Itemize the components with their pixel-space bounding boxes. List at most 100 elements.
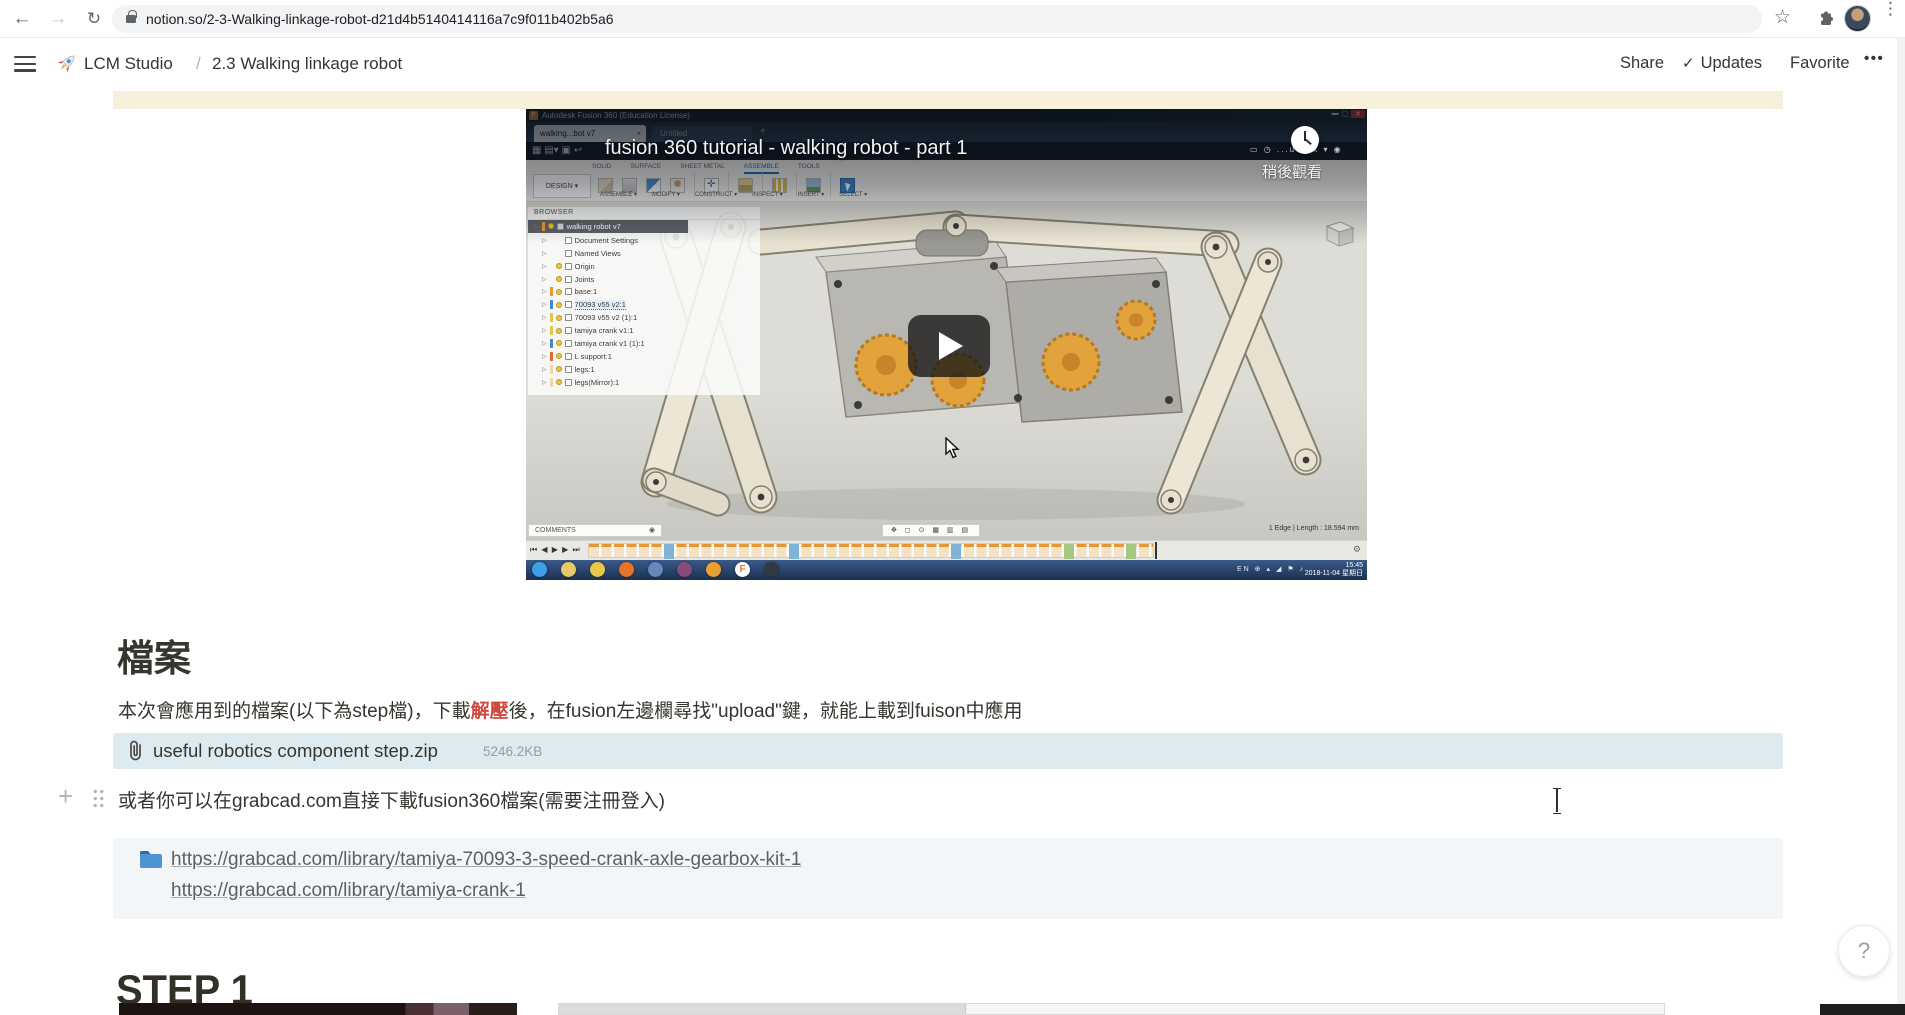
ribbon-group-label: INSPECT ▾ [752, 191, 783, 198]
updates-label: Updates [1701, 54, 1762, 72]
browser-toolbar: ← → ↻ notion.so/2-3-Walking-linkage-robo… [0, 0, 1905, 38]
step1-image-top-edge [119, 1003, 517, 1015]
fusion-tree-item[interactable]: ▷ legs:1 [528, 363, 760, 376]
timeline-play-controls: ⏮ ◀ ▶ ▶ ⏭ [530, 545, 581, 555]
bookmark-links-block: https://grabcad.com/library/tamiya-70093… [113, 838, 1783, 919]
fusion-logo-icon: F [529, 111, 538, 120]
breadcrumb-workspace[interactable]: LCM Studio [84, 54, 173, 74]
selection-status-text: 1 Edge | Length : 18.594 mm [1269, 525, 1359, 532]
attachment-filename[interactable]: useful robotics component step.zip [153, 740, 438, 762]
notion-topbar: LCM Studio / 2.3 Walking linkage robot S… [0, 38, 1905, 90]
navigation-toolbar: ✥ ◻ ⊙ ▦ ▥ ▤ [882, 524, 980, 537]
component-icon [565, 379, 572, 386]
ribbon-group-label: SELECT ▾ [839, 191, 867, 198]
ribbon-group-label: CONSTRUCT ▾ [695, 191, 737, 198]
design-dropdown: DESIGN ▾ [533, 174, 591, 198]
horizontal-scrollbar-thumb[interactable] [559, 1004, 966, 1014]
dark-corner-fragment [1820, 1004, 1905, 1015]
icon-explorer [561, 562, 576, 577]
address-bar[interactable]: notion.so/2-3-Walking-linkage-robot-d21d… [112, 5, 1762, 33]
favorite-button[interactable]: Favorite [1790, 54, 1850, 73]
bulb-icon [556, 276, 562, 282]
fusion-browser-panel: BROWSER ▷ walking robot v7 ▷ [528, 207, 760, 395]
component-icon [565, 353, 572, 360]
fusion-tree-item[interactable]: ▷ L support:1 [528, 350, 760, 363]
back-icon[interactable]: ← [8, 5, 36, 33]
fusion-tree-item[interactable]: ▷ 70093 v55 v2 (1):1 [528, 311, 760, 324]
reload-icon[interactable]: ↻ [80, 5, 108, 33]
share-button[interactable]: Share [1620, 54, 1664, 73]
fusion-tree-item[interactable]: ▷ Document Settings [528, 234, 760, 247]
bulb-icon [556, 366, 562, 372]
component-icon [565, 263, 572, 270]
fusion-timeline: ⏮ ◀ ▶ ▶ ⏭ ⚙ [526, 540, 1367, 560]
maximize-icon: ▢ [1342, 110, 1349, 118]
fusion-tree-item[interactable]: ▷ tamiya crank v1:1 [528, 324, 760, 337]
bulb-icon [556, 340, 562, 346]
breadcrumb-page-title[interactable]: 2.3 Walking linkage robot [212, 54, 402, 74]
caret-icon: ▷ [542, 327, 547, 334]
file-attachment-block[interactable]: useful robotics component step.zip 5246.… [113, 733, 1783, 769]
clock-time: 15:45 [1305, 562, 1363, 570]
component-icon [565, 288, 572, 295]
more-options-button[interactable]: ••• [1864, 50, 1884, 67]
forward-icon[interactable]: → [44, 5, 72, 33]
bookmark-star-icon[interactable]: ☆ [1774, 6, 1791, 29]
lock-icon [126, 15, 136, 23]
youtube-video-title[interactable]: fusion 360 tutorial - walking robot - pa… [605, 137, 967, 160]
component-icon [565, 276, 572, 283]
caret-icon: ▷ [542, 366, 547, 373]
fusion-tree-item[interactable]: ▷ walking robot v7 [528, 220, 688, 233]
component-icon [565, 314, 572, 321]
watch-later-label: 稍後觀看 [1262, 161, 1350, 182]
fusion-tree-item[interactable]: ▷ Origin [528, 260, 760, 273]
notion-help-button[interactable]: ? [1838, 925, 1890, 977]
bulb-icon [556, 353, 562, 359]
text-cursor [1552, 788, 1562, 812]
caret-icon: ▷ [542, 340, 547, 347]
fusion-tree-item[interactable]: ▷ 70093 v55 v2:1 [528, 298, 760, 311]
fusion-tree-item[interactable]: ▷ tamiya crank v1 (1):1 [528, 337, 760, 350]
bulb-icon [556, 328, 562, 334]
browser-menu-icon[interactable]: ⋮ [1882, 4, 1896, 14]
timeline-block-blue [664, 544, 674, 559]
caret-icon: ▷ [542, 379, 547, 386]
vertical-scrollbar[interactable] [1897, 38, 1905, 1004]
comments-panel-bar: COMMENTS◉ [528, 524, 662, 537]
windows-taskbar: F EN ⊕ ▴ ◢ ⚑ ♪ 15:45 2018-11-04 星期日 [526, 560, 1367, 580]
fusion-tree-item[interactable]: ▷ legs(Mirror):1 [528, 376, 760, 389]
profile-avatar[interactable] [1844, 5, 1871, 32]
grabcad-link[interactable]: https://grabcad.com/library/tamiya-crank… [171, 875, 801, 906]
caret-icon: ▷ [542, 301, 547, 308]
fusion-quick-toolbar: ▦ ▤▾ ▣ ↩ [532, 145, 582, 156]
component-icon [565, 301, 572, 308]
drag-handle[interactable] [92, 788, 105, 808]
caret-icon: ▷ [542, 276, 547, 283]
taskbar-icons: F [532, 562, 779, 577]
component-icon [557, 223, 564, 230]
grabcad-paragraph: 或者你可以在grabcad.com直接下載fusion360檔案(需要注冊登入) [118, 786, 665, 813]
sidebar-menu-icon[interactable] [14, 56, 36, 72]
files-paragraph: 本次會應用到的檔案(以下為step檔)，下載解壓後，在fusion左邊欄尋找"u… [118, 696, 1023, 723]
url-text[interactable]: notion.so/2-3-Walking-linkage-robot-d21d… [146, 11, 614, 27]
fusion-tree-item[interactable]: ▷ base:1 [528, 285, 760, 298]
timeline-gear-icon: ⚙ [1353, 544, 1361, 555]
breadcrumb-separator: / [196, 54, 201, 74]
grabcad-link[interactable]: https://grabcad.com/library/tamiya-70093… [171, 844, 801, 875]
fusion-tree-item[interactable]: ▷ Named Views [528, 247, 760, 260]
watch-later-clock-icon[interactable] [1291, 126, 1319, 154]
fusion-tree-item[interactable]: ▷ Joints [528, 273, 760, 286]
youtube-video-embed[interactable]: F Autodesk Fusion 360 (Education License… [526, 109, 1367, 580]
extensions-puzzle-icon[interactable] [1816, 9, 1836, 29]
files-section-heading: 檔案 [117, 628, 191, 682]
horizontal-scrollbar[interactable] [558, 1003, 1665, 1015]
updates-button[interactable]: ✓Updates [1682, 54, 1762, 73]
highlighted-text: 解壓 [471, 701, 509, 722]
timeline-block-green [1064, 544, 1074, 559]
icon-fusion360: F [735, 562, 750, 577]
caret-icon: ▷ [542, 237, 547, 244]
component-icon [565, 340, 572, 347]
add-block-button[interactable]: + [58, 781, 73, 812]
youtube-play-button[interactable] [908, 315, 990, 377]
close-icon: ✕ [1351, 110, 1365, 118]
